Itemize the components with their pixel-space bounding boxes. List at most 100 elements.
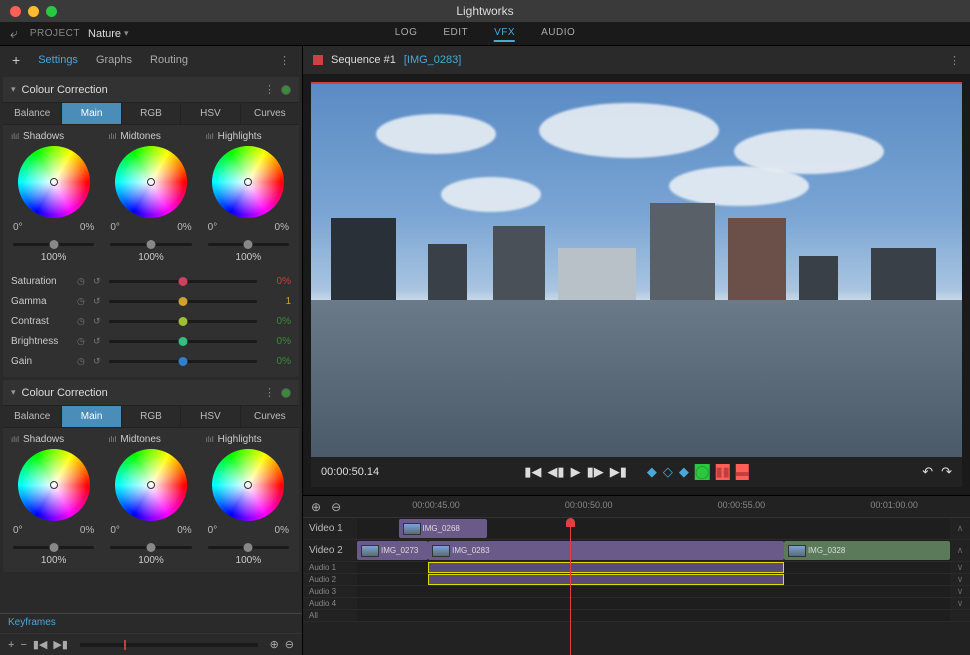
- track-audio4[interactable]: Audio 4 ∨: [303, 598, 970, 610]
- contrast-slider[interactable]: [109, 320, 257, 323]
- highlights-wheel[interactable]: [212, 449, 284, 521]
- track-toggle-icon[interactable]: ∨: [950, 562, 970, 573]
- reset-icon[interactable]: ↺: [93, 336, 103, 347]
- undo-icon[interactable]: ↶: [922, 464, 933, 480]
- panel-menu-icon[interactable]: ⋮: [264, 386, 275, 399]
- track-video1[interactable]: Video 1 IMG_0268 ∧: [303, 518, 970, 540]
- reset-icon[interactable]: ↺: [93, 316, 103, 327]
- subtab-hsv[interactable]: HSV: [181, 406, 240, 427]
- shadows-wheel[interactable]: [18, 146, 90, 218]
- track-audio2[interactable]: Audio 2 ∨: [303, 574, 970, 586]
- collapse-icon[interactable]: ▾: [11, 387, 16, 398]
- subtab-balance[interactable]: Balance: [3, 103, 62, 124]
- reset-icon[interactable]: ↺: [93, 356, 103, 367]
- subtab-rgb[interactable]: RGB: [122, 103, 181, 124]
- saturation-slider[interactable]: [109, 280, 257, 283]
- clip-img-0273[interactable]: IMG_0273: [357, 541, 428, 560]
- mark-in-icon[interactable]: ◆: [647, 464, 657, 480]
- project-name[interactable]: Nature: [88, 28, 121, 40]
- play-button[interactable]: ▶: [571, 464, 581, 480]
- shadows-slider[interactable]: [13, 546, 94, 549]
- minimize-icon[interactable]: [28, 6, 39, 17]
- clip-img-0268[interactable]: IMG_0268: [399, 519, 488, 538]
- panel-menu-icon[interactable]: ⋮: [279, 54, 290, 67]
- playhead[interactable]: [570, 518, 571, 655]
- panel-header[interactable]: ▾ Colour Correction ⋮: [3, 380, 299, 405]
- tab-routing[interactable]: Routing: [150, 54, 188, 66]
- shadows-wheel[interactable]: [18, 449, 90, 521]
- enable-toggle[interactable]: [281, 85, 291, 95]
- chevron-down-icon[interactable]: ▾: [124, 28, 129, 39]
- mode-vfx[interactable]: VFX: [494, 25, 515, 42]
- keyframe-track[interactable]: [80, 643, 258, 647]
- clip-img-0328[interactable]: IMG_0328: [784, 541, 950, 560]
- brightness-slider[interactable]: [109, 340, 257, 343]
- marker-icon[interactable]: ◇: [663, 464, 673, 480]
- track-toggle-icon[interactable]: ∧: [950, 545, 970, 556]
- subtab-curves[interactable]: Curves: [241, 103, 299, 124]
- subtab-main[interactable]: Main: [62, 103, 121, 124]
- track-toggle-icon[interactable]: ∨: [950, 586, 970, 597]
- zoom-in-icon[interactable]: ⊕: [270, 638, 279, 651]
- subtab-balance[interactable]: Balance: [3, 406, 62, 427]
- mode-audio[interactable]: AUDIO: [541, 25, 575, 42]
- viewer-menu-icon[interactable]: ⋮: [949, 54, 960, 67]
- highlights-slider[interactable]: [208, 546, 289, 549]
- subtab-hsv[interactable]: HSV: [181, 103, 240, 124]
- effects-scroll[interactable]: ▾ Colour Correction ⋮ Balance Main RGB H…: [0, 74, 302, 613]
- maximize-icon[interactable]: [46, 6, 57, 17]
- collapse-icon[interactable]: ▾: [11, 84, 16, 95]
- timeline-tracks[interactable]: Video 1 IMG_0268 ∧ Video 2 IMG_0273 IMG_…: [303, 518, 970, 655]
- remove-keyframe-button[interactable]: −: [20, 639, 26, 651]
- midtones-wheel[interactable]: [115, 449, 187, 521]
- highlights-slider[interactable]: [208, 243, 289, 246]
- timeline-ruler[interactable]: ⊕ ⊖ 00:00:45.00 00:00:50.00 00:00:55.00 …: [303, 496, 970, 518]
- track-toggle-icon[interactable]: ∨: [950, 598, 970, 609]
- mode-log[interactable]: LOG: [395, 25, 418, 42]
- shadows-slider[interactable]: [13, 243, 94, 246]
- track-audio3[interactable]: Audio 3 ∨: [303, 586, 970, 598]
- goto-end-button[interactable]: ▶▮: [610, 464, 627, 480]
- tab-settings[interactable]: Settings: [38, 54, 78, 66]
- panel-menu-icon[interactable]: ⋮: [264, 83, 275, 96]
- add-keyframe-button[interactable]: +: [8, 639, 14, 651]
- cue-icon[interactable]: ◯: [695, 464, 710, 480]
- zoom-out-icon[interactable]: ⊖: [285, 638, 294, 651]
- next-keyframe-button[interactable]: ▶▮: [53, 638, 68, 651]
- subtab-main[interactable]: Main: [62, 406, 121, 427]
- subtab-curves[interactable]: Curves: [241, 406, 299, 427]
- track-video2[interactable]: Video 2 IMG_0273 IMG_0283 IMG_0328 ∧: [303, 540, 970, 562]
- stopwatch-icon[interactable]: ◷: [77, 356, 87, 367]
- stopwatch-icon[interactable]: ◷: [77, 276, 87, 287]
- audio-clip[interactable]: [428, 574, 784, 585]
- close-icon[interactable]: [10, 6, 21, 17]
- midtones-slider[interactable]: [110, 546, 191, 549]
- sequence-name[interactable]: Sequence #1: [331, 54, 396, 66]
- stopwatch-icon[interactable]: ◷: [77, 296, 87, 307]
- track-toggle-icon[interactable]: ∨: [950, 574, 970, 585]
- goto-start-button[interactable]: ▮◀: [524, 464, 541, 480]
- midtones-wheel[interactable]: [115, 146, 187, 218]
- gamma-slider[interactable]: [109, 300, 257, 303]
- step-forward-button[interactable]: ▮▶: [587, 464, 604, 480]
- stopwatch-icon[interactable]: ◷: [77, 336, 87, 347]
- track-toggle-icon[interactable]: ∧: [950, 523, 970, 534]
- reset-icon[interactable]: ↺: [93, 296, 103, 307]
- remove-icon[interactable]: ▬: [736, 464, 749, 480]
- delete-icon[interactable]: ▮▮: [715, 464, 729, 480]
- reset-icon[interactable]: ↺: [93, 276, 103, 287]
- clip-img-0283[interactable]: IMG_0283: [428, 541, 784, 560]
- timecode[interactable]: 00:00:50.14: [321, 466, 379, 478]
- step-back-button[interactable]: ◀▮: [547, 464, 564, 480]
- gain-slider[interactable]: [109, 360, 257, 363]
- enable-toggle[interactable]: [281, 388, 291, 398]
- back-icon[interactable]: ⤶: [10, 25, 18, 42]
- subtab-rgb[interactable]: RGB: [122, 406, 181, 427]
- audio-clip[interactable]: [428, 562, 784, 573]
- track-all[interactable]: All: [303, 610, 970, 622]
- mode-edit[interactable]: EDIT: [443, 25, 468, 42]
- track-audio1[interactable]: Audio 1 ∨: [303, 562, 970, 574]
- redo-icon[interactable]: ↷: [941, 464, 952, 480]
- zoom-in-icon[interactable]: ⊕: [311, 500, 321, 514]
- zoom-out-icon[interactable]: ⊖: [331, 500, 341, 514]
